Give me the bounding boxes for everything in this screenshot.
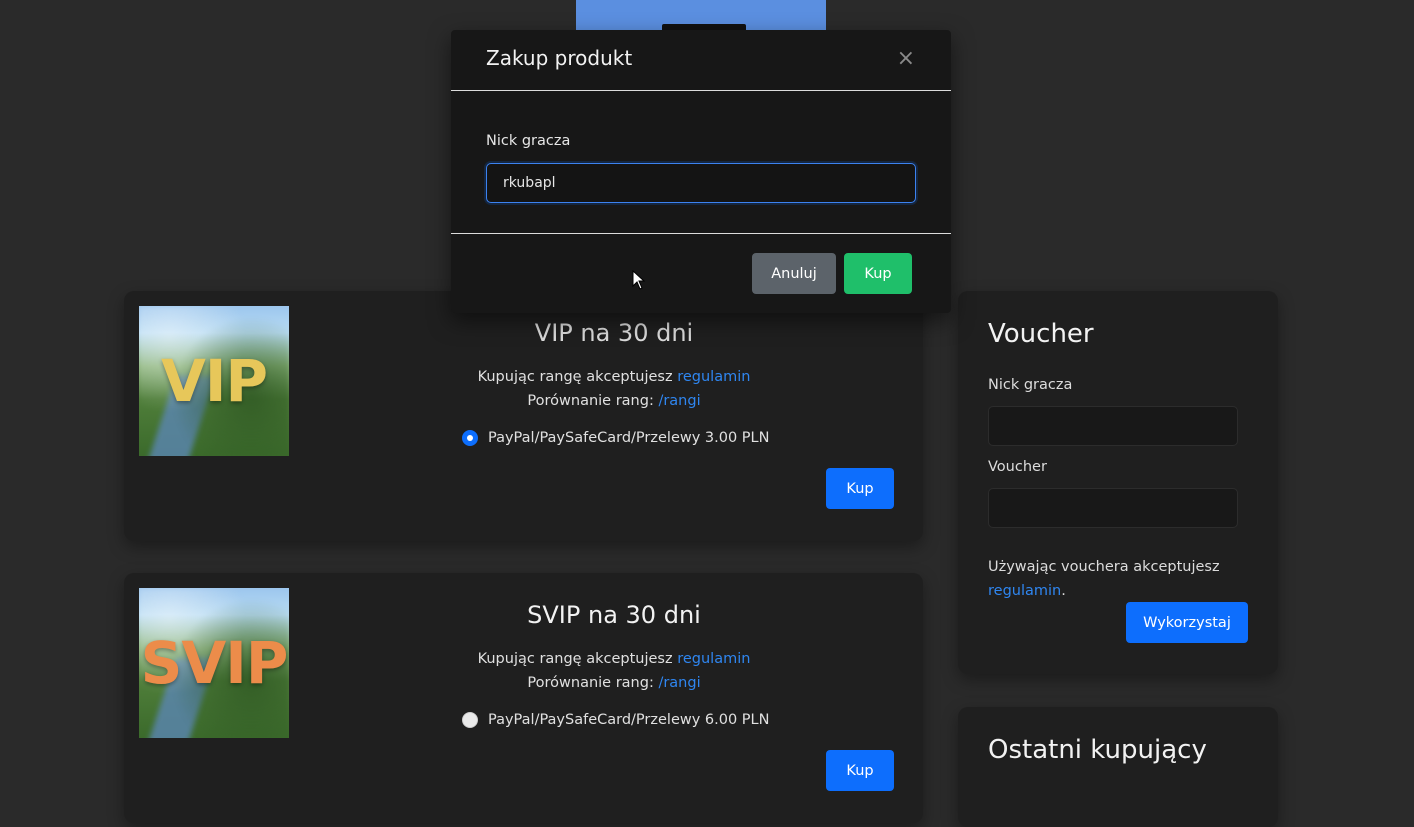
compare-line: Porównanie rang: /rangi	[527, 675, 701, 691]
redeem-voucher-button[interactable]: Wykorzystaj	[1126, 602, 1248, 643]
payment-option[interactable]: PayPal/PaySafeCard/Przelewy 6.00 PLN	[462, 712, 769, 728]
voucher-nick-input[interactable]	[988, 406, 1238, 446]
product-image: VIP	[139, 306, 289, 456]
accept-line: Kupując rangę akceptujesz regulamin	[477, 369, 751, 385]
modal-footer: Anuluj Kup	[451, 233, 951, 314]
modal-title: Zakup produkt	[486, 46, 633, 70]
terms-link[interactable]: regulamin	[677, 651, 750, 667]
cancel-button[interactable]: Anuluj	[752, 253, 836, 294]
voucher-terms-note: Używając vouchera akceptujesz regulamin.	[988, 559, 1220, 599]
payment-radio[interactable]	[462, 712, 478, 728]
voucher-nick-label: Nick gracza	[988, 377, 1073, 393]
ranks-link[interactable]: /rangi	[658, 675, 700, 691]
product-image: SVIP	[139, 588, 289, 738]
buy-button[interactable]: Kup	[826, 750, 894, 791]
payment-option-label: PayPal/PaySafeCard/Przelewy 6.00 PLN	[488, 712, 770, 728]
payment-option-label: PayPal/PaySafeCard/Przelewy 3.00 PLN	[488, 430, 770, 446]
modal-header: Zakup produkt ×	[451, 30, 951, 91]
close-icon[interactable]: ×	[897, 46, 915, 71]
product-card-vip: VIP VIP na 30 dni Kupując rangę akceptuj…	[124, 291, 923, 541]
voucher-code-input[interactable]	[988, 488, 1238, 528]
compare-line: Porównanie rang: /rangi	[527, 393, 701, 409]
voucher-code-label: Voucher	[988, 459, 1047, 475]
recent-buyers-card: Ostatni kupujący	[958, 707, 1278, 827]
payment-radio[interactable]	[462, 430, 478, 446]
terms-link[interactable]: regulamin	[677, 369, 750, 385]
voucher-terms-link[interactable]: regulamin	[988, 583, 1061, 599]
voucher-title: Voucher	[988, 319, 1094, 349]
voucher-card: Voucher Nick gracza Voucher Używając vou…	[958, 291, 1278, 674]
product-image-text: SVIP	[140, 629, 289, 697]
buy-button[interactable]: Kup	[826, 468, 894, 509]
player-nick-label: Nick gracza	[486, 133, 571, 149]
product-title: SVIP na 30 dni	[527, 601, 701, 629]
product-title: VIP na 30 dni	[534, 319, 694, 347]
confirm-buy-button[interactable]: Kup	[844, 253, 912, 294]
ranks-link[interactable]: /rangi	[658, 393, 700, 409]
purchase-modal: Zakup produkt × Nick gracza Anuluj Kup	[451, 30, 951, 313]
payment-option[interactable]: PayPal/PaySafeCard/Przelewy 3.00 PLN	[462, 430, 769, 446]
hero-banner	[576, 0, 826, 30]
recent-buyers-title: Ostatni kupujący	[988, 735, 1207, 765]
accept-line: Kupując rangę akceptujesz regulamin	[477, 651, 751, 667]
product-image-text: VIP	[161, 347, 268, 415]
product-card-svip: SVIP SVIP na 30 dni Kupując rangę akcept…	[124, 573, 923, 823]
player-nick-input[interactable]	[486, 163, 916, 203]
